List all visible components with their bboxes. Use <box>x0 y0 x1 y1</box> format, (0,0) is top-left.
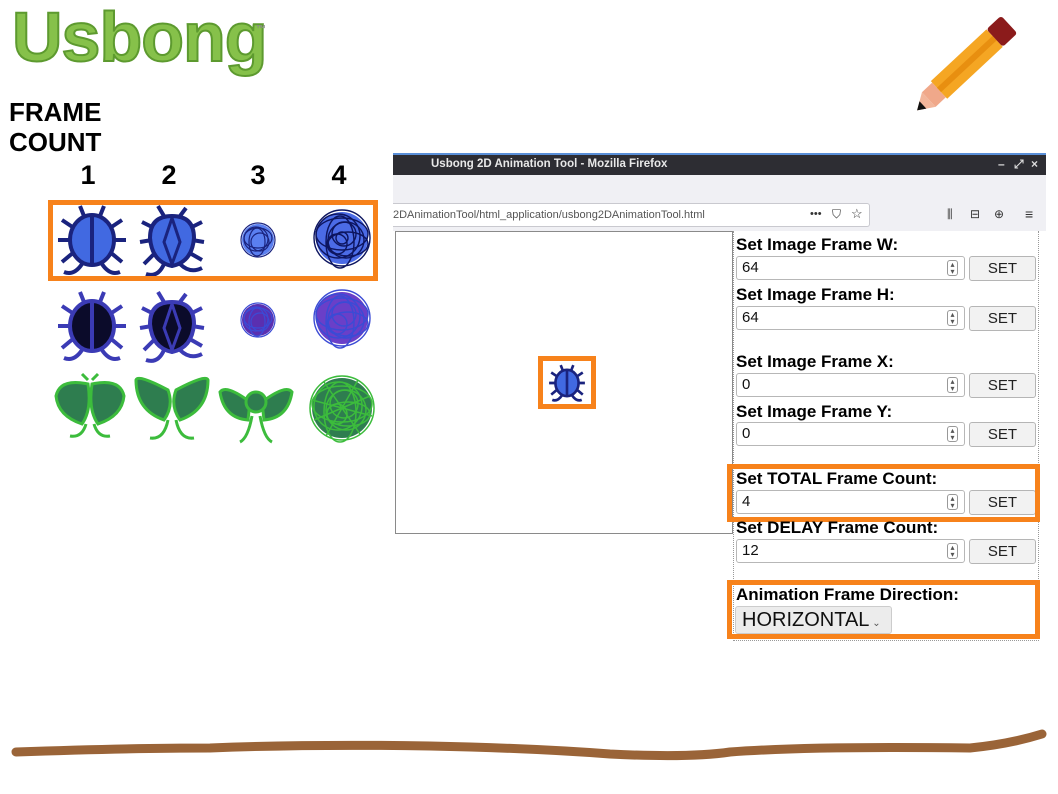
frame-row-highlight <box>48 200 378 281</box>
pencil-icon <box>917 16 1017 111</box>
set-frame-x-button[interactable]: SET <box>969 373 1036 398</box>
trademark-symbol: ™ <box>256 24 266 35</box>
set-delay-frame-count-button[interactable]: SET <box>969 539 1036 564</box>
beetle-preview <box>549 364 585 402</box>
heading-line-1: FRAME <box>9 97 102 127</box>
frame-x-input[interactable]: 0 ▴ ▾ <box>736 373 965 397</box>
delay-frame-count-label: Set DELAY Frame Count: <box>736 518 939 537</box>
window-titlebar: Usbong 2D Animation Tool - Mozilla Firef… <box>393 153 1046 175</box>
usbong-logo: Usbong <box>11 0 269 76</box>
leaf-green-frame-2 <box>134 376 210 440</box>
beetle-dark-frame-2 <box>139 290 205 363</box>
spinner-icon[interactable]: ▴ ▾ <box>947 543 958 559</box>
spinner-icon[interactable]: ▴ ▾ <box>947 377 958 393</box>
frame-y-input[interactable]: 0 ▴ ▾ <box>736 422 965 446</box>
set-frame-y-button[interactable]: SET <box>969 422 1036 447</box>
frame-w-label: Set Image Frame W: <box>736 235 899 254</box>
direction-highlight <box>727 580 1040 639</box>
frame-number-4: 4 <box>331 160 347 190</box>
frame-h-input[interactable]: 64 ▴ ▾ <box>736 306 965 330</box>
frame-number-1: 1 <box>80 160 96 190</box>
maximize-icon[interactable]: ⤢ <box>1014 157 1024 172</box>
total-frame-count-highlight <box>727 464 1040 522</box>
frame-number-2: 2 <box>161 160 177 190</box>
brush-stroke-divider <box>11 729 1047 761</box>
frame-x-value: 0 <box>742 376 751 393</box>
window-title: Usbong 2D Animation Tool - Mozilla Firef… <box>431 158 668 170</box>
delay-frame-count-value: 12 <box>742 542 759 559</box>
library-icon[interactable]: ⫼ <box>947 207 953 222</box>
url-bar[interactable]: 2DAnimationTool/html_application/usbong2… <box>393 203 870 227</box>
animation-canvas <box>395 231 733 534</box>
spinner-icon[interactable]: ▴ ▾ <box>947 426 958 442</box>
beetle-dark-frame-4 <box>313 289 371 349</box>
frame-y-label: Set Image Frame Y: <box>736 402 893 421</box>
close-icon[interactable]: × <box>1031 157 1038 171</box>
account-icon[interactable]: ⊕ <box>994 207 1004 221</box>
set-frame-h-button[interactable]: SET <box>969 306 1036 331</box>
preview-highlight <box>538 356 596 409</box>
heading-line-2: COUNT <box>9 127 102 157</box>
minimize-icon[interactable]: – <box>998 157 1005 171</box>
beetle-dark-frame-1 <box>58 291 126 361</box>
leaf-green-frame-3 <box>218 388 294 444</box>
leaf-green-frame-4 <box>309 375 375 443</box>
frame-h-label: Set Image Frame H: <box>736 285 895 304</box>
menu-icon[interactable]: ≡ <box>1025 206 1033 222</box>
spinner-icon[interactable]: ▴ ▾ <box>947 260 958 276</box>
pocket-icon[interactable]: ⛉ <box>832 207 841 222</box>
spinner-icon[interactable]: ▴ ▾ <box>947 310 958 326</box>
frame-count-heading: FRAME COUNT <box>9 97 101 157</box>
page-actions-icon[interactable]: ••• <box>810 208 822 220</box>
frame-w-value: 64 <box>742 259 759 276</box>
leaf-green-frame-1 <box>54 372 126 438</box>
frame-h-value: 64 <box>742 309 759 326</box>
sidebar-icon[interactable]: ⊟ <box>970 207 980 221</box>
set-frame-w-button[interactable]: SET <box>969 256 1036 281</box>
beetle-dark-frame-3 <box>240 302 276 338</box>
delay-frame-count-input[interactable]: 12 ▴ ▾ <box>736 539 965 563</box>
frame-x-label: Set Image Frame X: <box>736 352 894 371</box>
frame-y-value: 0 <box>742 425 751 442</box>
url-text: 2DAnimationTool/html_application/usbong2… <box>393 209 705 221</box>
frame-w-input[interactable]: 64 ▴ ▾ <box>736 256 965 280</box>
frame-number-3: 3 <box>250 160 266 190</box>
bookmark-star-icon[interactable]: ☆ <box>851 206 863 222</box>
